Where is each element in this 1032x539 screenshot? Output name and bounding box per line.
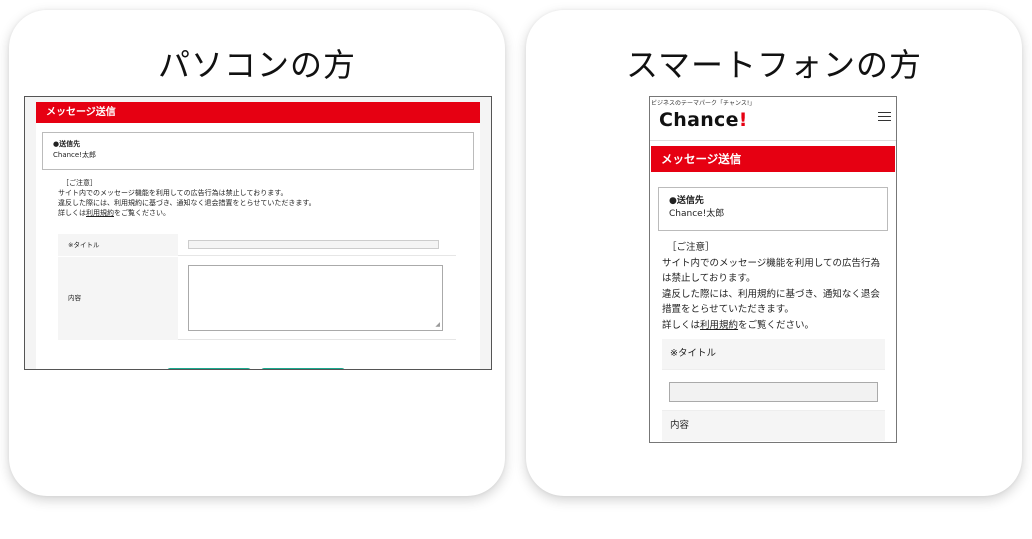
pc-page: メッセージ送信 ●送信先 Chance!太郎 ［ご注意］ サイト内でのメッセージ… (36, 102, 480, 369)
pc-title-input[interactable] (188, 240, 439, 249)
pc-content-label: 内容 (58, 257, 178, 340)
sp-content-label: 内容 (662, 411, 885, 441)
pc-recipient-box: ●送信先 Chance!太郎 (42, 132, 474, 170)
pc-title-row: ※タイトル (58, 234, 456, 256)
pc-content-textarea[interactable]: ◢ (188, 265, 443, 331)
pc-recipient-label: ●送信先 (53, 140, 81, 148)
sp-logo[interactable]: Chance! (659, 109, 748, 131)
sp-notice-line: 違反した際には、利用規約に基づき、通知なく退会 (662, 288, 880, 300)
pc-notice-line: サイト内でのメッセージ機能を利用しての広告行為は禁止しております。 (58, 189, 288, 197)
sp-title-input[interactable] (669, 382, 878, 402)
sp-card-title: スマートフォンの方 (625, 46, 923, 84)
sp-title-label: ※タイトル (662, 339, 885, 369)
sp-recipient-name: Chance!太郎 (669, 209, 725, 219)
sp-screenshot: ビジネスのテーマパーク「チャンス!」 Chance! メッセージ送信 ●送信先 … (649, 96, 897, 443)
pc-send-button[interactable] (261, 368, 345, 369)
sp-notice: ［ご注意］ サイト内でのメッセージ機能を利用しての広告行為 は禁止しております。… (662, 240, 880, 333)
sp-notice-text: 詳しくは (662, 319, 701, 331)
sp-notice-line: サイト内でのメッセージ機能を利用しての広告行為 (662, 257, 881, 269)
sp-recipient-box: ●送信先 Chance!太郎 (658, 187, 888, 231)
sp-recipient-label: ●送信先 (669, 196, 704, 206)
pc-notice-line: 違反した際には、利用規約に基づき、通知なく退会措置をとらせていただきます。 (58, 199, 316, 207)
pc-instruction-card: パソコンの方 メッセージ送信 ●送信先 Chance!太郎 ［ご注意］ サイト内… (9, 10, 505, 496)
pc-title-label: ※タイトル (58, 234, 178, 256)
sp-terms-link[interactable]: 利用規約 (700, 320, 738, 331)
sp-divider (650, 140, 896, 141)
pc-notice: ［ご注意］ サイト内でのメッセージ機能を利用しての広告行為は禁止しております。 … (58, 178, 316, 218)
sp-instruction-card: スマートフォンの方 ビジネスのテーマパーク「チャンス!」 Chance! メッセ… (526, 10, 1022, 496)
pc-recipient-name: Chance!太郎 (53, 151, 97, 159)
sp-tagline: ビジネスのテーマパーク「チャンス!」 (651, 100, 756, 107)
sp-notice-line: 措置をとらせていただきます。 (662, 304, 794, 315)
sp-notice-heading: ［ご注意］ (667, 242, 715, 253)
pc-notice-text: をご覧ください。 (114, 209, 170, 217)
sp-notice-line: は禁止しております。 (662, 273, 756, 284)
sp-title-field-row (662, 369, 885, 411)
pc-confirm-button[interactable] (167, 368, 251, 369)
sp-page-header: メッセージ送信 (651, 146, 895, 172)
pc-notice-line: 詳しくは利用規約をご覧ください。 (58, 208, 316, 218)
pc-screenshot: メッセージ送信 ●送信先 Chance!太郎 ［ご注意］ サイト内でのメッセージ… (24, 96, 492, 370)
pc-notice-text: 詳しくは (58, 209, 86, 217)
pc-page-header: メッセージ送信 (36, 102, 480, 123)
sp-notice-text: をご覧ください。 (738, 319, 815, 331)
textarea-resize-icon[interactable]: ◢ (435, 322, 440, 328)
pc-content-row: 内容 ◢ (58, 257, 456, 340)
sp-logo-bang: ! (738, 109, 748, 131)
pc-terms-link[interactable]: 利用規約 (86, 209, 114, 217)
pc-card-title: パソコンの方 (157, 46, 356, 84)
hamburger-menu-icon[interactable] (878, 112, 891, 123)
pc-notice-heading: ［ご注意］ (62, 179, 97, 187)
sp-notice-line: 詳しくは利用規約をご覧ください。 (662, 318, 880, 334)
sp-logo-text: Chance (659, 109, 739, 131)
